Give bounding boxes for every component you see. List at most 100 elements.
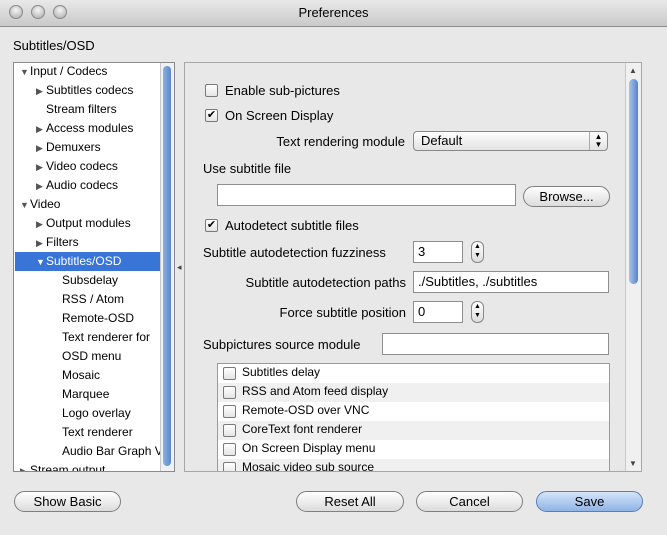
tree-item-label: Marquee [62, 387, 110, 401]
tree-scrollbar[interactable] [160, 63, 174, 471]
module-checkbox[interactable] [223, 405, 236, 418]
tree-item[interactable]: ▶ Stream output [14, 461, 105, 471]
tree-item[interactable]: Stream filters [14, 100, 117, 119]
tree-item[interactable]: ▶ Filters [14, 233, 79, 252]
disclosure-closed-icon[interactable]: ▶ [36, 158, 46, 177]
disclosure-closed-icon[interactable]: ▶ [36, 234, 46, 253]
tree-item[interactable]: ▶ Audio codecs [14, 176, 118, 195]
reset-all-button[interactable]: Reset All [296, 491, 404, 512]
force-position-label: Force subtitle position [279, 305, 406, 320]
fuzziness-field[interactable]: 3 [413, 241, 463, 263]
tree-item[interactable]: ▶ Demuxers [14, 138, 101, 157]
tree-item[interactable]: ▶ Subtitles codecs [14, 81, 133, 100]
disclosure-open-icon[interactable]: ▼ [36, 253, 46, 272]
tree-item[interactable]: Marquee [14, 385, 109, 404]
disclosure-closed-icon[interactable]: ▶ [36, 177, 46, 196]
window-title: Preferences [298, 5, 369, 20]
show-basic-button[interactable]: Show Basic [14, 491, 121, 512]
module-label: Subtitles delay [242, 365, 321, 379]
tree-item-label: Output modules [46, 216, 131, 230]
module-label: RSS and Atom feed display [242, 384, 389, 398]
module-label: Remote-OSD over VNC [242, 403, 370, 417]
on-screen-display-label: On Screen Display [225, 108, 334, 123]
save-button[interactable]: Save [536, 491, 643, 512]
module-label: On Screen Display menu [242, 441, 376, 455]
popup-arrows-icon: ▲ ▼ [589, 132, 607, 150]
tree-item[interactable]: Audio Bar Graph V [14, 442, 163, 461]
cancel-button[interactable]: Cancel [416, 491, 523, 512]
fuzziness-stepper[interactable]: ▲ ▼ [471, 241, 484, 263]
panel-scrollbar[interactable]: ▲ ▼ [625, 63, 641, 471]
tree-item-label: Audio codecs [46, 178, 119, 192]
tree-item-label: Text renderer for [62, 330, 151, 344]
tree-item[interactable]: OSD menu [14, 347, 121, 366]
disclosure-closed-icon[interactable]: ▶ [36, 82, 46, 101]
settings-panel: Enable sub-pictures ✔ On Screen Display … [184, 62, 642, 472]
list-item[interactable]: RSS and Atom feed display [218, 383, 609, 402]
list-item[interactable]: CoreText font renderer [218, 421, 609, 440]
autodetection-paths-field[interactable]: ./Subtitles, ./subtitles [413, 271, 609, 293]
preferences-window: Preferences Subtitles/OSD ▶ Stream output… [0, 0, 667, 535]
disclosure-open-icon[interactable]: ▼ [20, 196, 30, 215]
disclosure-open-icon[interactable]: ▼ [20, 63, 30, 82]
module-checkbox[interactable] [223, 386, 236, 399]
autodetect-subtitle-checkbox[interactable]: ✔ [205, 219, 218, 232]
tree-item[interactable]: ▶ Output modules [14, 214, 131, 233]
module-checkbox[interactable] [223, 443, 236, 456]
tree-item-label: Video [30, 197, 61, 211]
module-label: CoreText font renderer [242, 422, 363, 436]
subtitle-file-field[interactable] [217, 184, 516, 206]
fuzziness-label: Subtitle autodetection fuzziness [203, 245, 386, 260]
scroll-down-icon[interactable]: ▼ [629, 459, 637, 468]
disclosure-closed-icon[interactable]: ▶ [36, 139, 46, 158]
tree-item[interactable]: ▼Video [14, 195, 60, 214]
subpictures-source-label: Subpictures source module [203, 337, 361, 352]
tree-item-label: Input / Codecs [30, 64, 108, 78]
subpicture-modules-list[interactable]: Subtitles delay RSS and Atom feed display… [217, 363, 610, 472]
section-title: Subtitles/OSD [13, 38, 95, 53]
checkmark-icon: ✔ [206, 219, 217, 231]
module-checkbox[interactable] [223, 424, 236, 437]
tree-item[interactable]: ▼Subtitles/OSD [15, 252, 174, 272]
on-screen-display-checkbox[interactable]: ✔ [205, 109, 218, 122]
splitter-handle-icon[interactable]: ◂ [177, 262, 182, 273]
force-position-stepper[interactable]: ▲ ▼ [471, 301, 484, 323]
scroll-up-icon[interactable]: ▲ [629, 66, 637, 75]
enable-subpictures-label: Enable sub-pictures [225, 83, 340, 98]
tree-item[interactable]: Mosaic [14, 366, 100, 385]
list-item[interactable]: Subtitles delay [218, 364, 609, 383]
tree-item[interactable]: Text renderer [14, 423, 133, 442]
tree-item[interactable]: RSS / Atom [14, 290, 124, 309]
tree-item-label: Subtitles/OSD [46, 254, 122, 268]
disclosure-closed-icon[interactable]: ▶ [36, 215, 46, 234]
enable-subpictures-checkbox[interactable] [205, 84, 218, 97]
text-rendering-module-select[interactable]: Default ▲ ▼ [413, 131, 608, 151]
text-rendering-module-value: Default [421, 133, 463, 148]
list-item[interactable]: Remote-OSD over VNC [218, 402, 609, 421]
list-item[interactable]: On Screen Display menu [218, 440, 609, 459]
tree-item[interactable]: Logo overlay [14, 404, 131, 423]
list-item[interactable]: Mosaic video sub source [218, 459, 609, 472]
tree-item[interactable]: ▶ Access modules [14, 119, 133, 138]
panel-scroll-thumb[interactable] [629, 79, 638, 284]
disclosure-closed-icon[interactable]: ▶ [20, 462, 30, 471]
tree-item[interactable]: Subsdelay [14, 271, 118, 290]
tree-item[interactable]: Remote-OSD [14, 309, 134, 328]
autodetection-paths-label: Subtitle autodetection paths [245, 275, 406, 290]
tree-item-label: Demuxers [46, 140, 101, 154]
force-position-field[interactable]: 0 [413, 301, 463, 323]
text-rendering-module-label: Text rendering module [276, 134, 405, 149]
browse-button[interactable]: Browse... [523, 186, 610, 207]
disclosure-closed-icon[interactable]: ▶ [36, 120, 46, 139]
tree-item[interactable]: ▶ Video codecs [14, 157, 118, 176]
tree-item-label: Video codecs [46, 159, 118, 173]
module-checkbox[interactable] [223, 367, 236, 380]
tree-item[interactable]: ▼Input / Codecs [14, 63, 108, 82]
tree-item-label: Stream filters [46, 102, 117, 116]
module-label: Mosaic video sub source [242, 460, 375, 472]
tree-scroll-thumb[interactable] [163, 66, 171, 466]
module-checkbox[interactable] [223, 462, 236, 471]
subpictures-source-field[interactable] [382, 333, 609, 355]
preferences-tree[interactable]: ▶ Stream output Audio Bar Graph V Text rend… [13, 62, 175, 472]
tree-item[interactable]: Text renderer for [14, 328, 150, 347]
